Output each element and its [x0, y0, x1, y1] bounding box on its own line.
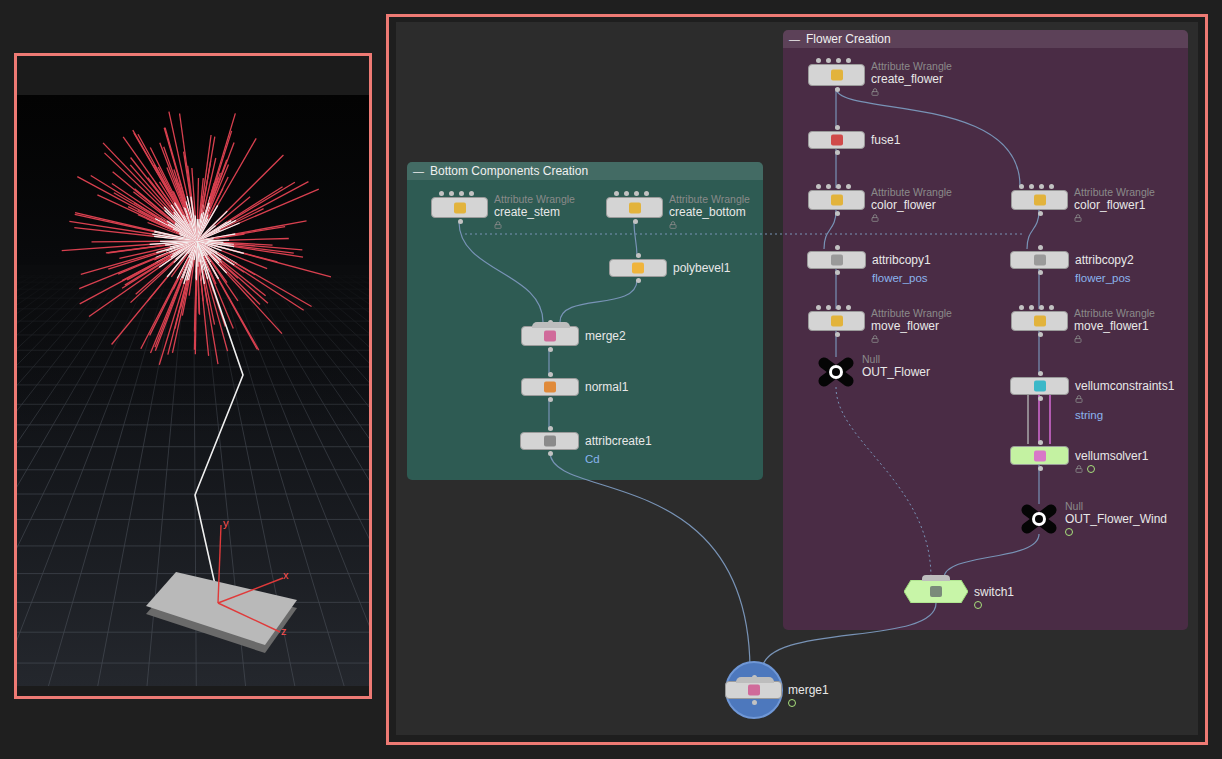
network-node[interactable]: merge1: [725, 681, 782, 699]
lock-icon: [871, 335, 879, 343]
node-name: move_flower: [871, 319, 939, 333]
network-node[interactable]: Attribute Wranglemove_flower: [808, 311, 865, 331]
network-node[interactable]: attribcreate1Cd: [520, 432, 579, 450]
network-box-title: Bottom Components Creation: [430, 164, 588, 178]
network-node[interactable]: NullOUT_Flower_Wind: [1019, 504, 1059, 534]
node-type: Attribute Wrangle: [1074, 186, 1155, 198]
node-name: move_flower1: [1074, 319, 1149, 333]
axis-label: x: [283, 569, 289, 581]
network-node[interactable]: fuse1: [808, 131, 865, 149]
network-node[interactable]: NullOUT_Flower: [816, 357, 856, 387]
node-type: Attribute Wrangle: [871, 186, 952, 198]
node-type: Null: [1065, 500, 1083, 512]
node-annotation: Cd: [585, 452, 600, 466]
node-name: normal1: [585, 380, 628, 394]
node-type: Attribute Wrangle: [1074, 307, 1155, 319]
network-node[interactable]: merge2: [521, 326, 579, 346]
network-node[interactable]: Attribute Wranglemove_flower1: [1011, 311, 1068, 331]
viewport[interactable]: y x z: [17, 95, 369, 686]
node-type: Attribute Wrangle: [669, 193, 750, 205]
node-name: switch1: [974, 585, 1014, 599]
node-name: create_flower: [871, 72, 943, 86]
network-canvas[interactable]: — Bottom Components Creation — Flower Creat…: [396, 22, 1198, 735]
node-type: Attribute Wrangle: [871, 307, 952, 319]
collapse-toggle[interactable]: —: [413, 165, 424, 177]
lock-icon: [871, 88, 879, 96]
node-annotation: string: [1075, 408, 1103, 422]
network-node[interactable]: switch1: [904, 580, 968, 603]
flag-icon[interactable]: [974, 601, 982, 609]
node-type: Attribute Wrangle: [871, 60, 952, 72]
collapse-toggle[interactable]: —: [789, 33, 800, 45]
lock-icon: [1074, 214, 1082, 222]
scene-drawing: [17, 95, 369, 686]
app: y x z — Bottom Components Creation — Flower Cr…: [0, 0, 1222, 759]
node-name: merge2: [585, 329, 626, 343]
lock-icon: [1075, 465, 1083, 473]
lock-icon: [494, 221, 502, 229]
node-name: color_flower: [871, 198, 936, 212]
node-annotation: flower_pos: [872, 271, 928, 285]
network-node[interactable]: normal1: [521, 378, 579, 396]
network-panel: — Bottom Components Creation — Flower Creat…: [386, 14, 1208, 745]
network-node[interactable]: polybevel1: [609, 259, 667, 277]
flag-icon[interactable]: [1087, 465, 1095, 473]
null-node-icon: [1019, 504, 1059, 534]
network-box-header[interactable]: — Flower Creation: [783, 30, 1188, 48]
network-box-title: Flower Creation: [806, 32, 891, 46]
node-name: OUT_Flower: [862, 365, 930, 379]
viewport-panel: y x z: [14, 53, 372, 699]
network-box-header[interactable]: — Bottom Components Creation: [407, 162, 763, 180]
network-node[interactable]: Attribute Wranglecreate_stem: [431, 197, 488, 218]
node-type: Null: [862, 353, 880, 365]
node-name: attribcopy2: [1075, 253, 1134, 267]
network-node[interactable]: vellumsolver1: [1010, 446, 1069, 465]
node-name: OUT_Flower_Wind: [1065, 512, 1167, 526]
flag-icon[interactable]: [788, 699, 796, 707]
network-node[interactable]: vellumconstraints1string: [1010, 377, 1069, 395]
node-type: Attribute Wrangle: [494, 193, 575, 205]
axis-label: y: [223, 517, 229, 529]
node-name: color_flower1: [1074, 198, 1145, 212]
node-name: vellumconstraints1: [1075, 379, 1174, 393]
node-name: vellumsolver1: [1075, 449, 1148, 463]
network-node[interactable]: Attribute Wranglecolor_flower: [808, 190, 865, 210]
node-name: fuse1: [871, 133, 900, 147]
node-name: create_bottom: [669, 205, 746, 219]
lock-icon: [669, 221, 677, 229]
node-name: create_stem: [494, 205, 560, 219]
node-name: polybevel1: [673, 261, 730, 275]
wires-drawing: [396, 22, 1198, 735]
null-node-icon: [816, 357, 856, 387]
node-name: merge1: [788, 683, 829, 697]
network-node[interactable]: attribcopy1flower_pos: [807, 251, 866, 269]
network-node[interactable]: Attribute Wranglecreate_flower: [808, 64, 865, 86]
flag-icon[interactable]: [1065, 528, 1073, 536]
node-name: attribcopy1: [872, 253, 931, 267]
lock-icon: [1075, 395, 1083, 403]
lock-icon: [871, 214, 879, 222]
network-node[interactable]: attribcopy2flower_pos: [1010, 251, 1069, 269]
node-name: attribcreate1: [585, 434, 652, 448]
network-node[interactable]: Attribute Wranglecolor_flower1: [1011, 190, 1068, 210]
lock-icon: [1074, 335, 1082, 343]
node-annotation: flower_pos: [1075, 271, 1131, 285]
network-node[interactable]: Attribute Wranglecreate_bottom: [606, 197, 663, 218]
axis-label: z: [281, 625, 287, 637]
